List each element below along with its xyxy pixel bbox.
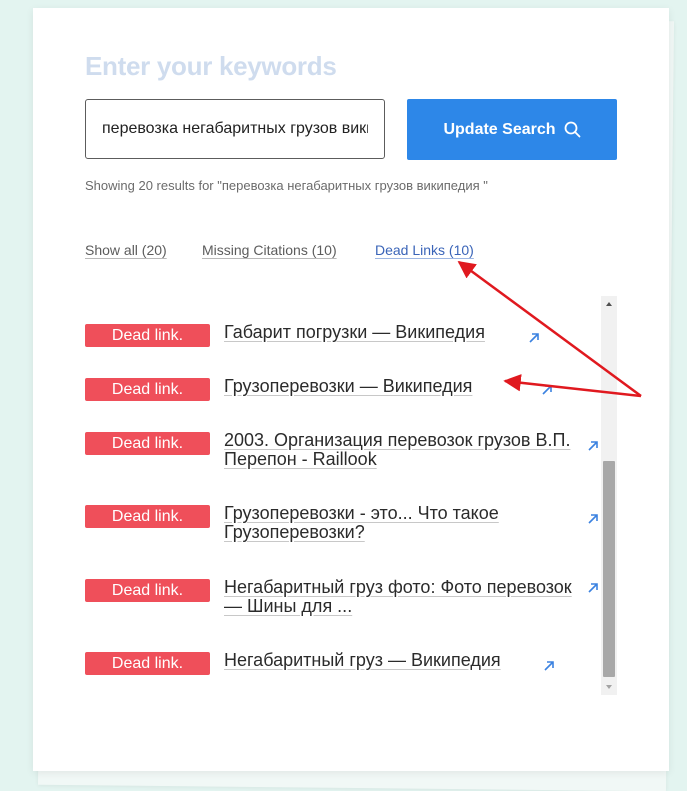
tab-show-all[interactable]: Show all (20) bbox=[85, 242, 167, 258]
result-link[interactable]: Грузоперевозки - это... Что такое Грузоп… bbox=[224, 504, 579, 542]
result-link[interactable]: Грузоперевозки — Википедия bbox=[224, 377, 524, 396]
external-link-icon[interactable] bbox=[587, 582, 599, 594]
scroll-up-arrow-icon[interactable] bbox=[601, 296, 617, 312]
external-link-icon[interactable] bbox=[587, 440, 599, 452]
dead-link-badge: Dead link. bbox=[85, 505, 210, 528]
result-link[interactable]: Габарит погрузки — Википедия bbox=[224, 323, 524, 342]
dead-link-badge: Dead link. bbox=[85, 324, 210, 347]
scrollbar-thumb[interactable] bbox=[603, 461, 615, 677]
tab-dead-links[interactable]: Dead Links (10) bbox=[375, 242, 474, 258]
dead-link-badge: Dead link. bbox=[85, 378, 210, 401]
result-link[interactable]: Негабаритный груз — Википедия bbox=[224, 651, 544, 670]
result-link[interactable]: 2003. Организация перевозок грузов В.П. … bbox=[224, 431, 579, 469]
results-list: Dead link. Габарит погрузки — Википедия … bbox=[85, 296, 617, 694]
tab-missing-citations[interactable]: Missing Citations (10) bbox=[202, 242, 337, 258]
search-icon bbox=[564, 121, 580, 138]
dead-link-badge: Dead link. bbox=[85, 652, 210, 675]
dead-link-badge: Dead link. bbox=[85, 579, 210, 602]
scroll-down-arrow-icon[interactable] bbox=[601, 679, 617, 695]
update-search-label: Update Search bbox=[443, 120, 556, 138]
external-link-icon[interactable] bbox=[543, 660, 555, 672]
external-link-icon[interactable] bbox=[587, 513, 599, 525]
page-title: Enter your keywords bbox=[85, 51, 337, 81]
external-link-icon[interactable] bbox=[528, 332, 540, 344]
external-link-icon[interactable] bbox=[541, 384, 553, 396]
search-input[interactable] bbox=[85, 99, 385, 159]
results-scrollbar[interactable] bbox=[601, 296, 617, 695]
update-search-button[interactable]: Update Search bbox=[407, 99, 617, 160]
dead-link-badge: Dead link. bbox=[85, 432, 210, 455]
search-panel: Enter your keywords Update Search Showin… bbox=[33, 8, 669, 771]
results-summary: Showing 20 results for "перевозка негаба… bbox=[85, 178, 488, 193]
result-link[interactable]: Негабаритный груз фото: Фото перевозок —… bbox=[224, 578, 579, 616]
